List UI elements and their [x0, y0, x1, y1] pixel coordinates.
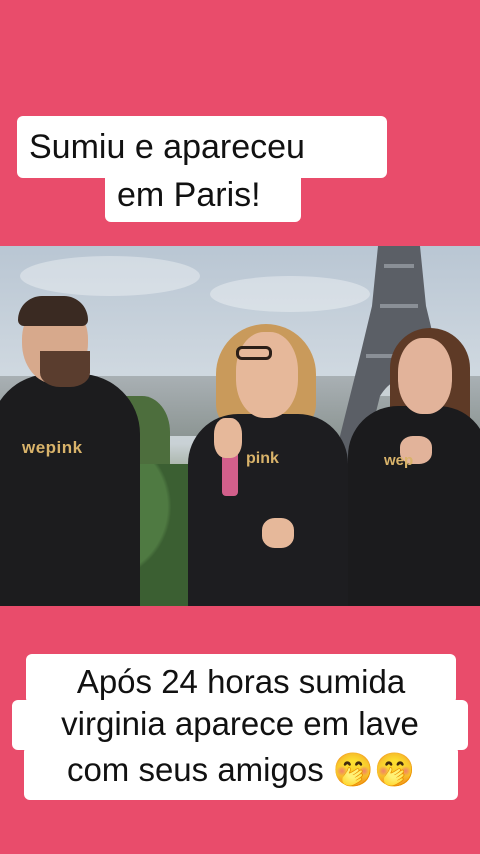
reel-screen: { "top_caption": { "line1": "Sumiu e apa… [0, 0, 480, 854]
brand-logo-text: wep [384, 452, 414, 469]
cloud [20, 256, 200, 296]
bottom-caption-line-2: virginia aparece em lave [12, 700, 468, 750]
top-caption-line-2: em Paris! [105, 170, 301, 222]
bottom-caption-line-1: Após 24 horas sumida [26, 654, 456, 704]
video-frame[interactable]: wepink pink wep [0, 246, 480, 606]
brand-logo-text: pink [246, 450, 279, 467]
glasses-icon [236, 346, 272, 360]
top-caption-line-1: Sumiu e apareceu [17, 116, 387, 178]
bottom-caption-line-3: com seus amigos 🤭🤭 [24, 746, 458, 800]
brand-logo-text: wepink [22, 438, 83, 457]
